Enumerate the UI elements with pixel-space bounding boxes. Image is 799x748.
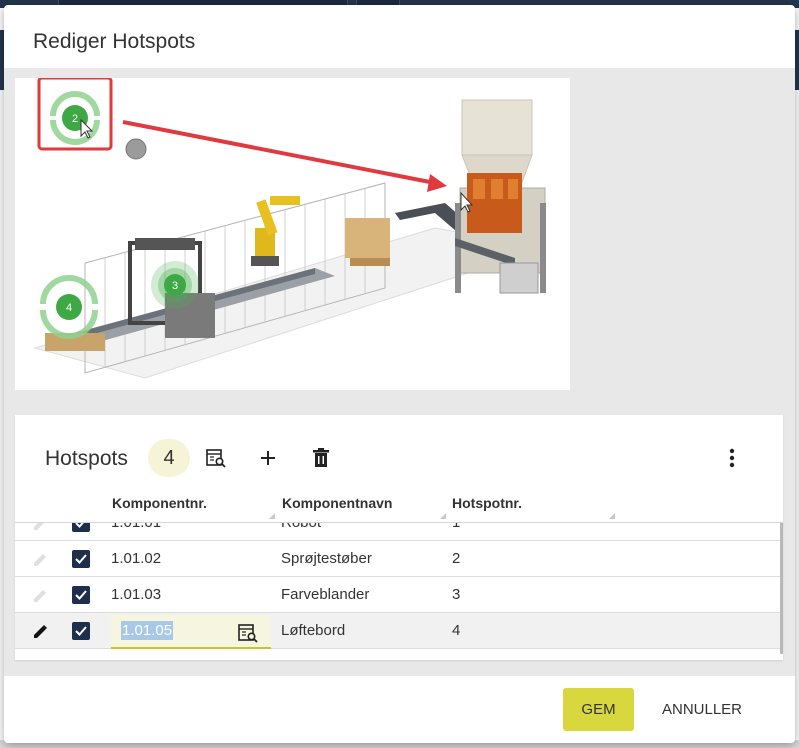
production-line-illustration: 2 3 4 bbox=[33, 78, 546, 379]
hotspot-count-badge: 4 bbox=[148, 439, 190, 477]
check-icon bbox=[75, 626, 87, 636]
komponentnr-edit-field[interactable]: 1.01.05 bbox=[111, 615, 271, 649]
save-button[interactable]: GEM bbox=[563, 688, 634, 731]
delete-hotspot-button[interactable] bbox=[308, 445, 334, 471]
cell-hotspotnr: 1 bbox=[452, 523, 460, 531]
row-checkbox[interactable] bbox=[72, 550, 90, 568]
check-icon bbox=[75, 590, 87, 600]
dialog-content: 2 3 4 Hotspots 4 Komponentnr. Komponentn… bbox=[4, 68, 795, 676]
cell-hotspotnr: 4 bbox=[452, 622, 461, 639]
table-search-button[interactable] bbox=[203, 445, 229, 471]
cell-komponentnavn: Robot bbox=[281, 523, 321, 531]
table-row-editing[interactable]: 1.01.05 Løftebord 4 bbox=[15, 613, 780, 649]
hotspot-2-marker: 2 bbox=[50, 91, 100, 145]
cell-komponentnavn: Farveblander bbox=[281, 586, 370, 603]
cell-komponentnr: 1.01.01 bbox=[111, 523, 161, 531]
hotspot-4-marker: 4 bbox=[40, 275, 98, 339]
pencil-icon[interactable] bbox=[31, 587, 49, 605]
hotspot-3-marker: 3 bbox=[151, 261, 199, 309]
pencil-icon[interactable] bbox=[31, 523, 49, 533]
add-hotspot-button[interactable] bbox=[255, 445, 281, 471]
row-checkbox[interactable] bbox=[72, 586, 90, 604]
column-header-hotspotnr[interactable]: Hotspotnr. bbox=[452, 495, 522, 511]
row-checkbox[interactable] bbox=[72, 622, 90, 640]
hotspot-image-canvas[interactable]: 2 3 4 bbox=[15, 78, 570, 390]
grid-body: 1.01.01 Robot 1 1.01.02 Sprøjtestøber 2 … bbox=[15, 523, 783, 654]
hotspots-title: Hotspots bbox=[45, 447, 128, 470]
grid-header: Komponentnr. Komponentnavn Hotspotnr. bbox=[15, 487, 783, 523]
grid-scrollbar[interactable] bbox=[780, 523, 783, 654]
hotspots-panel: Hotspots 4 Komponentnr. Komponentnavn Ho… bbox=[15, 415, 783, 660]
row-checkbox[interactable] bbox=[72, 523, 90, 532]
plus-icon bbox=[261, 451, 275, 465]
column-resize-handle[interactable] bbox=[609, 513, 615, 519]
column-header-komponentnr[interactable]: Komponentnr. bbox=[112, 495, 207, 511]
column-header-komponentnavn[interactable]: Komponentnavn bbox=[282, 495, 392, 511]
dialog-footer: GEM ANNULLER bbox=[4, 676, 795, 743]
cell-komponentnr: 1.01.03 bbox=[111, 586, 162, 603]
komponentnr-edit-value[interactable]: 1.01.05 bbox=[121, 621, 174, 640]
trash-icon bbox=[313, 448, 329, 467]
check-icon bbox=[75, 554, 87, 564]
cell-hotspotnr: 3 bbox=[452, 586, 461, 603]
pencil-icon[interactable] bbox=[31, 623, 49, 641]
table-row[interactable]: 1.01.01 Robot 1 bbox=[15, 523, 780, 541]
edit-hotspots-dialog: Rediger Hotspots 2 3 4 Hotspots 4 Kompon… bbox=[4, 5, 795, 743]
column-resize-handle[interactable] bbox=[269, 513, 275, 519]
cell-komponentnavn: Sprøjtestøber bbox=[281, 550, 372, 567]
table-search-icon[interactable] bbox=[237, 622, 259, 644]
check-icon bbox=[75, 523, 84, 528]
column-resize-handle[interactable] bbox=[440, 513, 446, 519]
svg-text:2: 2 bbox=[72, 113, 78, 125]
cell-komponentnr: 1.01.02 bbox=[111, 550, 162, 567]
svg-text:3: 3 bbox=[172, 280, 178, 292]
cancel-button[interactable]: ANNULLER bbox=[652, 688, 752, 731]
more-vert-icon bbox=[729, 448, 735, 468]
table-row[interactable]: 1.01.03 Farveblander 3 bbox=[15, 577, 780, 613]
table-search-icon bbox=[206, 449, 226, 468]
svg-text:4: 4 bbox=[66, 302, 72, 314]
cell-hotspotnr: 2 bbox=[452, 550, 461, 567]
cell-komponentnavn: Løftebord bbox=[281, 622, 346, 639]
more-options-button[interactable] bbox=[719, 445, 745, 471]
dialog-title: Rediger Hotspots bbox=[33, 30, 196, 53]
table-row[interactable]: 1.01.02 Sprøjtestøber 2 bbox=[15, 541, 780, 577]
pencil-icon[interactable] bbox=[31, 551, 49, 569]
